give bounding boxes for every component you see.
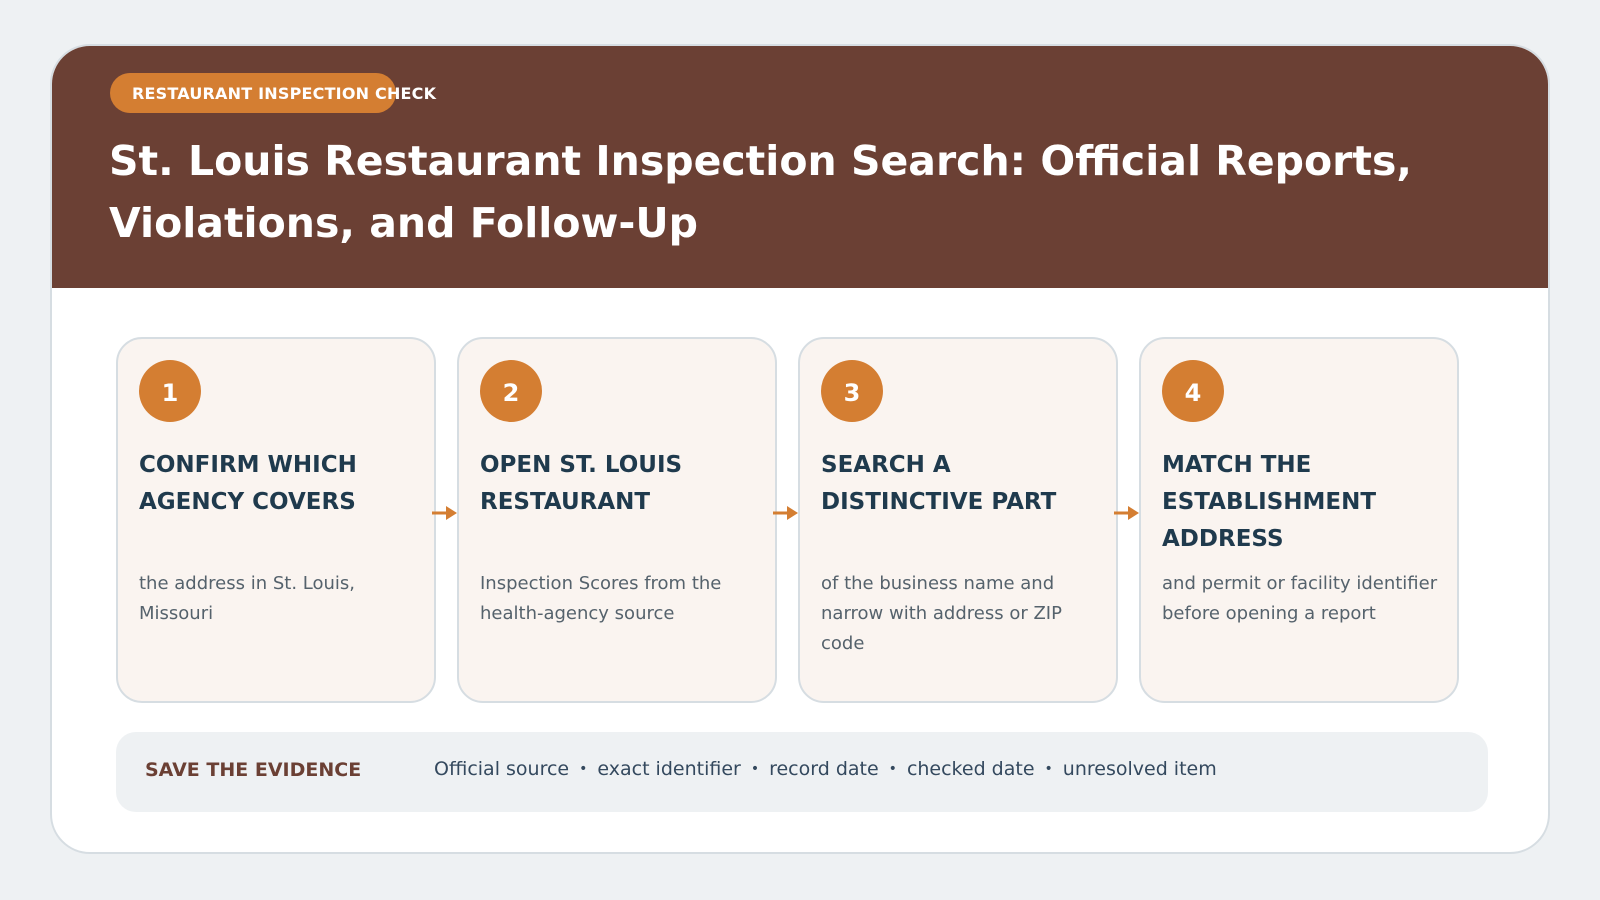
header-banner: RESTAURANT INSPECTION CHECK St. Louis Re…	[52, 46, 1548, 288]
step-description: Inspection Scores from the health-agency…	[480, 573, 722, 624]
step-description: the address in St. Louis, Missouri	[139, 573, 355, 624]
step-number-badge: 1	[139, 360, 201, 422]
page-title: St. Louis Restaurant Inspection Search: …	[109, 137, 1412, 247]
bullet-separator: •	[888, 761, 897, 777]
evidence-item: exact identifier	[597, 758, 741, 780]
step-title: OPEN ST. LOUIS RESTAURANT	[480, 452, 683, 515]
right-arrow-icon	[1114, 506, 1139, 520]
category-badge-label: RESTAURANT INSPECTION CHECK	[132, 84, 437, 103]
evidence-item: checked date	[906, 758, 1035, 780]
step-title: SEARCH A DISTINCTIVE PART	[821, 452, 1057, 515]
step-card-1: 1 CONFIRM WHICH AGENCY COVERS the addres…	[116, 337, 436, 703]
evidence-bar: SAVE THE EVIDENCE Official source • exact …	[116, 732, 1488, 812]
evidence-item: Official source	[434, 758, 570, 780]
step-number-badge: 2	[480, 360, 542, 422]
bullet-separator: •	[750, 761, 760, 777]
step-card-2: 2 OPEN ST. LOUIS RESTAURANT Inspection S…	[457, 337, 777, 703]
bullet-separator: •	[579, 761, 588, 777]
step-description: and permit or facility identifier before…	[1162, 573, 1438, 624]
step-card-4: 4 MATCH THE ESTABLISHMENT ADDRESS and pe…	[1139, 337, 1459, 703]
evidence-item: unresolved item	[1062, 758, 1217, 780]
step-number-badge: 4	[1162, 360, 1224, 422]
right-arrow-icon	[432, 506, 457, 520]
step-number-badge: 3	[821, 360, 883, 422]
evidence-label: SAVE THE EVIDENCE	[145, 759, 362, 781]
right-arrow-icon	[773, 506, 798, 520]
bullet-separator: •	[1044, 761, 1053, 777]
step-title: CONFIRM WHICH AGENCY COVERS	[139, 452, 357, 515]
evidence-list: Official source • exact identifier • record …	[434, 758, 1217, 780]
step-description: of the business name and narrow with add…	[821, 573, 1062, 654]
step-title: MATCH THE ESTABLISHMENT ADDRESS	[1162, 452, 1377, 552]
inspection-card: RESTAURANT INSPECTION CHECK St. Louis Re…	[50, 44, 1550, 854]
step-card-3: 3 SEARCH A DISTINCTIVE PART of the busin…	[798, 337, 1118, 703]
evidence-item: record date	[769, 758, 879, 780]
steps-row: 1 CONFIRM WHICH AGENCY COVERS the addres…	[116, 337, 1516, 703]
